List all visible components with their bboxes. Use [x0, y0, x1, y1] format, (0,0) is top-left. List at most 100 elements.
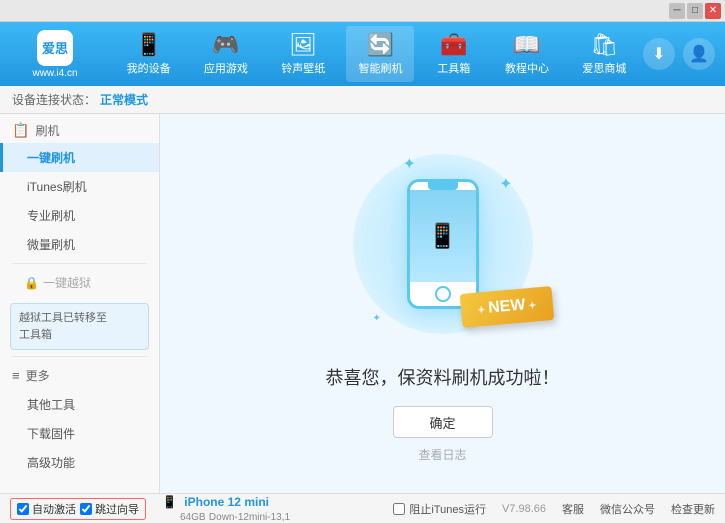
my-device-icon: 📱 — [135, 32, 162, 58]
maximize-button[interactable]: □ — [687, 3, 703, 19]
jailbreak-label: 一键越狱 — [43, 274, 91, 291]
minimize-button[interactable]: ─ — [669, 3, 685, 19]
logo-url: www.i4.cn — [32, 68, 77, 79]
advanced-label: 高级功能 — [27, 456, 75, 470]
nav-items: 📱 我的设备 🎮 应用游戏 🖼 铃声壁纸 🔄 智能刷机 🧰 工具箱 📖 教程中心… — [110, 26, 643, 82]
logo-icon: 爱思 — [37, 30, 73, 66]
micro-flash-label: 微量刷机 — [27, 238, 75, 252]
version-text: V7.98.66 — [502, 503, 546, 515]
phone-screen: 📱 — [410, 190, 476, 282]
wechat-link[interactable]: 微信公众号 — [600, 501, 655, 517]
phone-illustration: ✦ ✦ ✦ 📱 NEW — [343, 144, 543, 344]
device-info: 📱 iPhone 12 mini 64GB Down-12mini-13,1 — [162, 495, 290, 523]
checkbox-group: 自动激活 跳过向导 — [10, 498, 146, 520]
skip-guide-label: 跳过向导 — [95, 501, 139, 517]
nav-tutorials[interactable]: 📖 教程中心 — [493, 26, 561, 82]
sidebar-item-itunes-flash[interactable]: iTunes刷机 — [0, 172, 159, 201]
status-value: 正常模式 — [100, 91, 148, 108]
apps-icon: 🎮 — [212, 32, 239, 58]
sidebar-item-pro-flash[interactable]: 专业刷机 — [0, 201, 159, 230]
device-storage: 64GB — [180, 512, 206, 523]
auto-activate-label: 自动激活 — [32, 501, 76, 517]
top-nav: 爱思 www.i4.cn 📱 我的设备 🎮 应用游戏 🖼 铃声壁纸 🔄 智能刷机… — [0, 22, 725, 86]
finish-link[interactable]: 查看日志 — [418, 446, 466, 463]
star-icon-3: ✦ — [373, 313, 381, 324]
close-button[interactable]: ✕ — [705, 3, 721, 19]
support-link[interactable]: 客服 — [562, 501, 584, 517]
nav-right: ⬇ 👤 — [643, 38, 715, 70]
flash-section-icon: 📋 — [12, 122, 29, 139]
main-layout: 📋 刷机 一键刷机 iTunes刷机 专业刷机 微量刷机 🔒 一键越狱 越狱工具… — [0, 114, 725, 493]
flash-section-header: 📋 刷机 — [0, 114, 159, 143]
bottom-bar: 自动激活 跳过向导 📱 iPhone 12 mini 64GB Down-12m… — [0, 493, 725, 523]
pro-flash-label: 专业刷机 — [27, 209, 75, 223]
logo-text: 爱思 — [42, 38, 68, 57]
success-text: 恭喜您，保资料刷机成功啦！ — [326, 364, 560, 390]
star-icon-2: ✦ — [499, 174, 512, 194]
wallpaper-icon: 🖼 — [289, 32, 317, 58]
phone-screen-icon: 📱 — [428, 222, 458, 251]
notice-text: 越狱工具已转移至工具箱 — [19, 312, 107, 341]
status-label: 设备连接状态： — [12, 91, 96, 108]
sidebar-item-one-click-flash[interactable]: 一键刷机 — [0, 143, 159, 172]
store-icon: 🛍 — [590, 32, 618, 58]
content-area: ✦ ✦ ✦ 📱 NEW 恭喜您，保资料刷机成功啦！ 确定 查看日志 — [160, 114, 725, 493]
itunes-flash-label: iTunes刷机 — [27, 180, 87, 194]
sidebar-divider-2 — [12, 356, 147, 357]
wallpaper-label: 铃声壁纸 — [281, 60, 325, 76]
account-button[interactable]: 👤 — [683, 38, 715, 70]
auto-activate-checkbox[interactable] — [17, 503, 29, 515]
nav-store[interactable]: 🛍 爱思商城 — [570, 26, 638, 82]
skip-guide-checkbox[interactable] — [80, 503, 92, 515]
device-icon: 📱 — [162, 495, 177, 509]
nav-wallpaper[interactable]: 🖼 铃声壁纸 — [269, 26, 337, 82]
jailbreak-notice: 越狱工具已转移至工具箱 — [10, 303, 149, 350]
store-label: 爱思商城 — [582, 60, 626, 76]
more-section-header: ≡ 更多 — [0, 361, 159, 390]
star-icon-1: ✦ — [403, 154, 416, 174]
nav-toolbox[interactable]: 🧰 工具箱 — [424, 26, 484, 82]
lock-icon: 🔒 — [24, 276, 39, 290]
stop-itunes-group: 阻止iTunes运行 — [393, 501, 486, 517]
auto-activate-checkbox-item[interactable]: 自动激活 — [17, 501, 76, 517]
sidebar-divider-1 — [12, 263, 147, 264]
sidebar-item-advanced[interactable]: 高级功能 — [0, 448, 159, 477]
my-device-label: 我的设备 — [127, 60, 171, 76]
phone-body: 📱 — [407, 179, 479, 309]
download-button[interactable]: ⬇ — [643, 38, 675, 70]
stop-itunes-checkbox[interactable] — [393, 503, 405, 515]
device-model: Down-12mini-13,1 — [209, 512, 290, 523]
logo-area: 爱思 www.i4.cn — [10, 30, 100, 79]
update-link[interactable]: 检查更新 — [671, 501, 715, 517]
smart-flash-label: 智能刷机 — [358, 60, 402, 76]
sidebar-item-download-firmware[interactable]: 下载固件 — [0, 419, 159, 448]
skip-guide-checkbox-item[interactable]: 跳过向导 — [80, 501, 139, 517]
device-name: iPhone 12 mini — [184, 495, 269, 509]
flash-section-label: 刷机 — [35, 122, 59, 139]
tutorials-label: 教程中心 — [505, 60, 549, 76]
more-section-icon: ≡ — [12, 368, 20, 383]
sidebar-item-micro-flash[interactable]: 微量刷机 — [0, 230, 159, 259]
sidebar: 📋 刷机 一键刷机 iTunes刷机 专业刷机 微量刷机 🔒 一键越狱 越狱工具… — [0, 114, 160, 493]
nav-smart-flash[interactable]: 🔄 智能刷机 — [346, 26, 414, 82]
phone-home-button — [435, 286, 451, 302]
bottom-right: 阻止iTunes运行 V7.98.66 客服 微信公众号 检查更新 — [393, 501, 715, 517]
sidebar-item-jailbreak: 🔒 一键越狱 — [0, 268, 159, 297]
title-bar: ─ □ ✕ — [0, 0, 725, 22]
other-tools-label: 其他工具 — [27, 398, 75, 412]
nav-apps[interactable]: 🎮 应用游戏 — [192, 26, 260, 82]
smart-flash-icon: 🔄 — [367, 32, 394, 58]
more-section-label: 更多 — [26, 367, 50, 384]
bottom-left: 自动激活 跳过向导 📱 iPhone 12 mini 64GB Down-12m… — [10, 495, 290, 523]
download-firmware-label: 下载固件 — [27, 427, 75, 441]
apps-label: 应用游戏 — [204, 60, 248, 76]
status-bar: 设备连接状态： 正常模式 — [0, 86, 725, 114]
toolbox-icon: 🧰 — [440, 32, 467, 58]
one-click-flash-label: 一键刷机 — [27, 151, 75, 165]
sidebar-item-other-tools[interactable]: 其他工具 — [0, 390, 159, 419]
new-badge: NEW — [460, 286, 554, 328]
toolbox-label: 工具箱 — [437, 60, 470, 76]
tutorials-icon: 📖 — [513, 32, 540, 58]
confirm-button[interactable]: 确定 — [393, 406, 493, 438]
nav-my-device[interactable]: 📱 我的设备 — [115, 26, 183, 82]
